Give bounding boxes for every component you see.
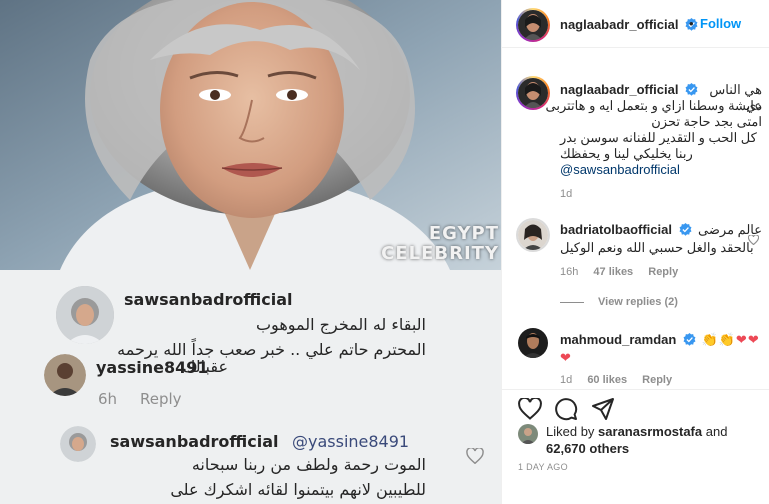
caption-body: عايشة وسطنا ازاي و بتعمل ايه و هاتتربى ا… xyxy=(522,98,763,178)
story-avatar[interactable] xyxy=(516,8,550,42)
liked-by-user[interactable]: saranasrmostafa xyxy=(598,424,702,439)
comment-text: badriatolbaofficial عالم مرضى بالحقد وال… xyxy=(560,222,762,256)
comment-reply-button[interactable]: Reply xyxy=(642,374,672,386)
header-separator: • xyxy=(689,16,694,31)
comment-meta: 1d 60 likes Reply xyxy=(560,374,684,386)
shot-comment-text: عقبالك xyxy=(182,357,228,376)
comment-likes[interactable]: 60 likes xyxy=(587,374,627,386)
comment: badriatolbaofficial عالم مرضى بالحقد وال… xyxy=(502,216,769,308)
post-image[interactable]: EGYPT CELEBRITY sawsanbadrofficial البقا… xyxy=(0,0,501,504)
liked-by-and: and xyxy=(705,424,728,439)
liked-by-prefix: Liked by xyxy=(546,424,595,439)
shot-comment-line: للطيبين لانهم بيتمنوا لقائه اشكرك على xyxy=(170,480,426,499)
comment-line: بالحقد والغل حسبي الله ونعم الوكيل xyxy=(560,240,754,255)
comment-icon[interactable] xyxy=(554,397,578,424)
watermark: EGYPT CELEBRITY xyxy=(381,224,499,264)
share-icon[interactable] xyxy=(591,397,615,424)
comment-time: 16h xyxy=(560,266,579,278)
caption-mention[interactable]: @sawsanbadrofficial xyxy=(522,162,762,178)
comment: mahmoud_ramdan 👏👏❤❤❤ 1d 60 likes Reply xyxy=(502,326,769,386)
view-replies-label: View replies (2) xyxy=(598,296,678,308)
watermark-line-1: EGYPT xyxy=(428,223,499,244)
caption: naglaabadr_official هي الناس دي عايشة وس… xyxy=(502,70,769,200)
caption-line: امتى بجد حاجة تحزن xyxy=(651,114,762,129)
post-side-panel: naglaabadr_official • Follow naglaabadr_… xyxy=(501,0,769,504)
watermark-line-2: CELEBRITY xyxy=(381,243,499,264)
shot-comment-username: sawsanbadrofficial xyxy=(110,432,279,451)
caption-line: ربنا يخليكي لينا و يحفظك xyxy=(560,146,693,161)
verified-icon xyxy=(679,223,692,240)
avatar[interactable] xyxy=(518,328,548,358)
likes-count[interactable]: 62,670 others xyxy=(546,441,629,456)
caption-line: عايشة وسطنا ازاي و بتعمل ايه و هاتتربى xyxy=(545,98,763,113)
avatar xyxy=(60,426,96,462)
shot-comment-username: sawsanbadrofficial xyxy=(124,290,293,309)
comment-screenshot: sawsanbadrofficial البقاء له المخرج المو… xyxy=(0,270,501,504)
liked-by-avatar[interactable] xyxy=(518,424,538,444)
verified-icon xyxy=(683,333,696,350)
caption-username[interactable]: naglaabadr_official xyxy=(560,82,678,97)
shot-comment-text: البقاء له المخرج الموهوب المحترم حاتم عل… xyxy=(96,312,426,362)
comment-reply-button[interactable]: Reply xyxy=(648,266,678,278)
comment-text: mahmoud_ramdan 👏👏❤❤❤ xyxy=(560,332,762,366)
caption-line: كل الحب و التقدير للفنانه سوسن بدر xyxy=(560,130,757,145)
comment-time: 1d xyxy=(560,374,573,386)
shot-comment-text: الموت رحمة ولطف من ربنا سبحانه للطيبين ل… xyxy=(96,452,426,502)
liked-by: Liked by saranasrmostafa and 62,670 othe… xyxy=(546,423,756,457)
comment-meta: 16h 47 likes Reply xyxy=(560,266,690,278)
avatar xyxy=(44,354,86,396)
shot-comment-mention: @yassine8491 xyxy=(292,432,410,451)
follow-button[interactable]: Follow xyxy=(700,16,741,31)
header-username-wrap: naglaabadr_official xyxy=(560,16,698,34)
shot-comment-reply: Reply xyxy=(140,390,182,408)
portrait-photo: EGYPT CELEBRITY xyxy=(0,0,501,270)
heart-icon xyxy=(466,447,484,467)
shot-comment-line: البقاء له المخرج الموهوب xyxy=(255,315,426,334)
post-time: 1 DAY AGO xyxy=(518,462,568,472)
heart-icon[interactable] xyxy=(747,232,760,248)
shot-comment-time: 6h xyxy=(98,390,118,408)
shot-comment-line: الموت رحمة ولطف من ربنا سبحانه xyxy=(191,455,426,474)
comment-username[interactable]: badriatolbaofficial xyxy=(560,222,672,237)
post-header: naglaabadr_official • Follow xyxy=(502,0,769,48)
header-username[interactable]: naglaabadr_official xyxy=(560,17,678,32)
view-replies-button[interactable]: View replies (2) xyxy=(560,296,678,308)
caption-time: 1d xyxy=(560,188,573,200)
story-avatar[interactable] xyxy=(516,218,550,252)
heart-icon[interactable] xyxy=(518,396,542,423)
comment-likes[interactable]: 47 likes xyxy=(593,266,633,278)
comment-username[interactable]: mahmoud_ramdan xyxy=(560,332,676,347)
instagram-post: EGYPT CELEBRITY sawsanbadrofficial البقا… xyxy=(0,0,769,504)
